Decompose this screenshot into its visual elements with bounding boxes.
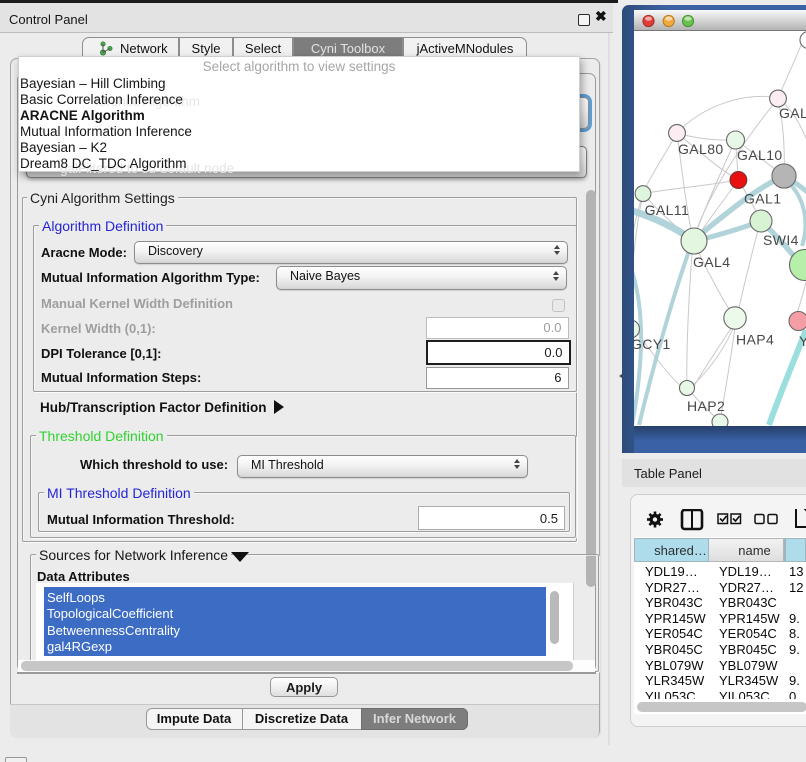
svg-text:SWI4: SWI4 [763, 232, 799, 248]
svg-text:Y: Y [799, 333, 806, 349]
svg-text:GAL11: GAL11 [644, 202, 689, 218]
svg-text:GCY1: GCY1 [634, 336, 671, 352]
svg-text:GAL4: GAL4 [693, 254, 730, 270]
svg-text:HAP2: HAP2 [687, 398, 725, 414]
svg-text:GAL7: GAL7 [779, 105, 806, 121]
svg-text:GAL1: GAL1 [744, 191, 781, 207]
svg-text:GAL10: GAL10 [737, 147, 783, 163]
svg-text:GAL80: GAL80 [678, 141, 724, 157]
svg-text:HAP4: HAP4 [736, 332, 774, 348]
